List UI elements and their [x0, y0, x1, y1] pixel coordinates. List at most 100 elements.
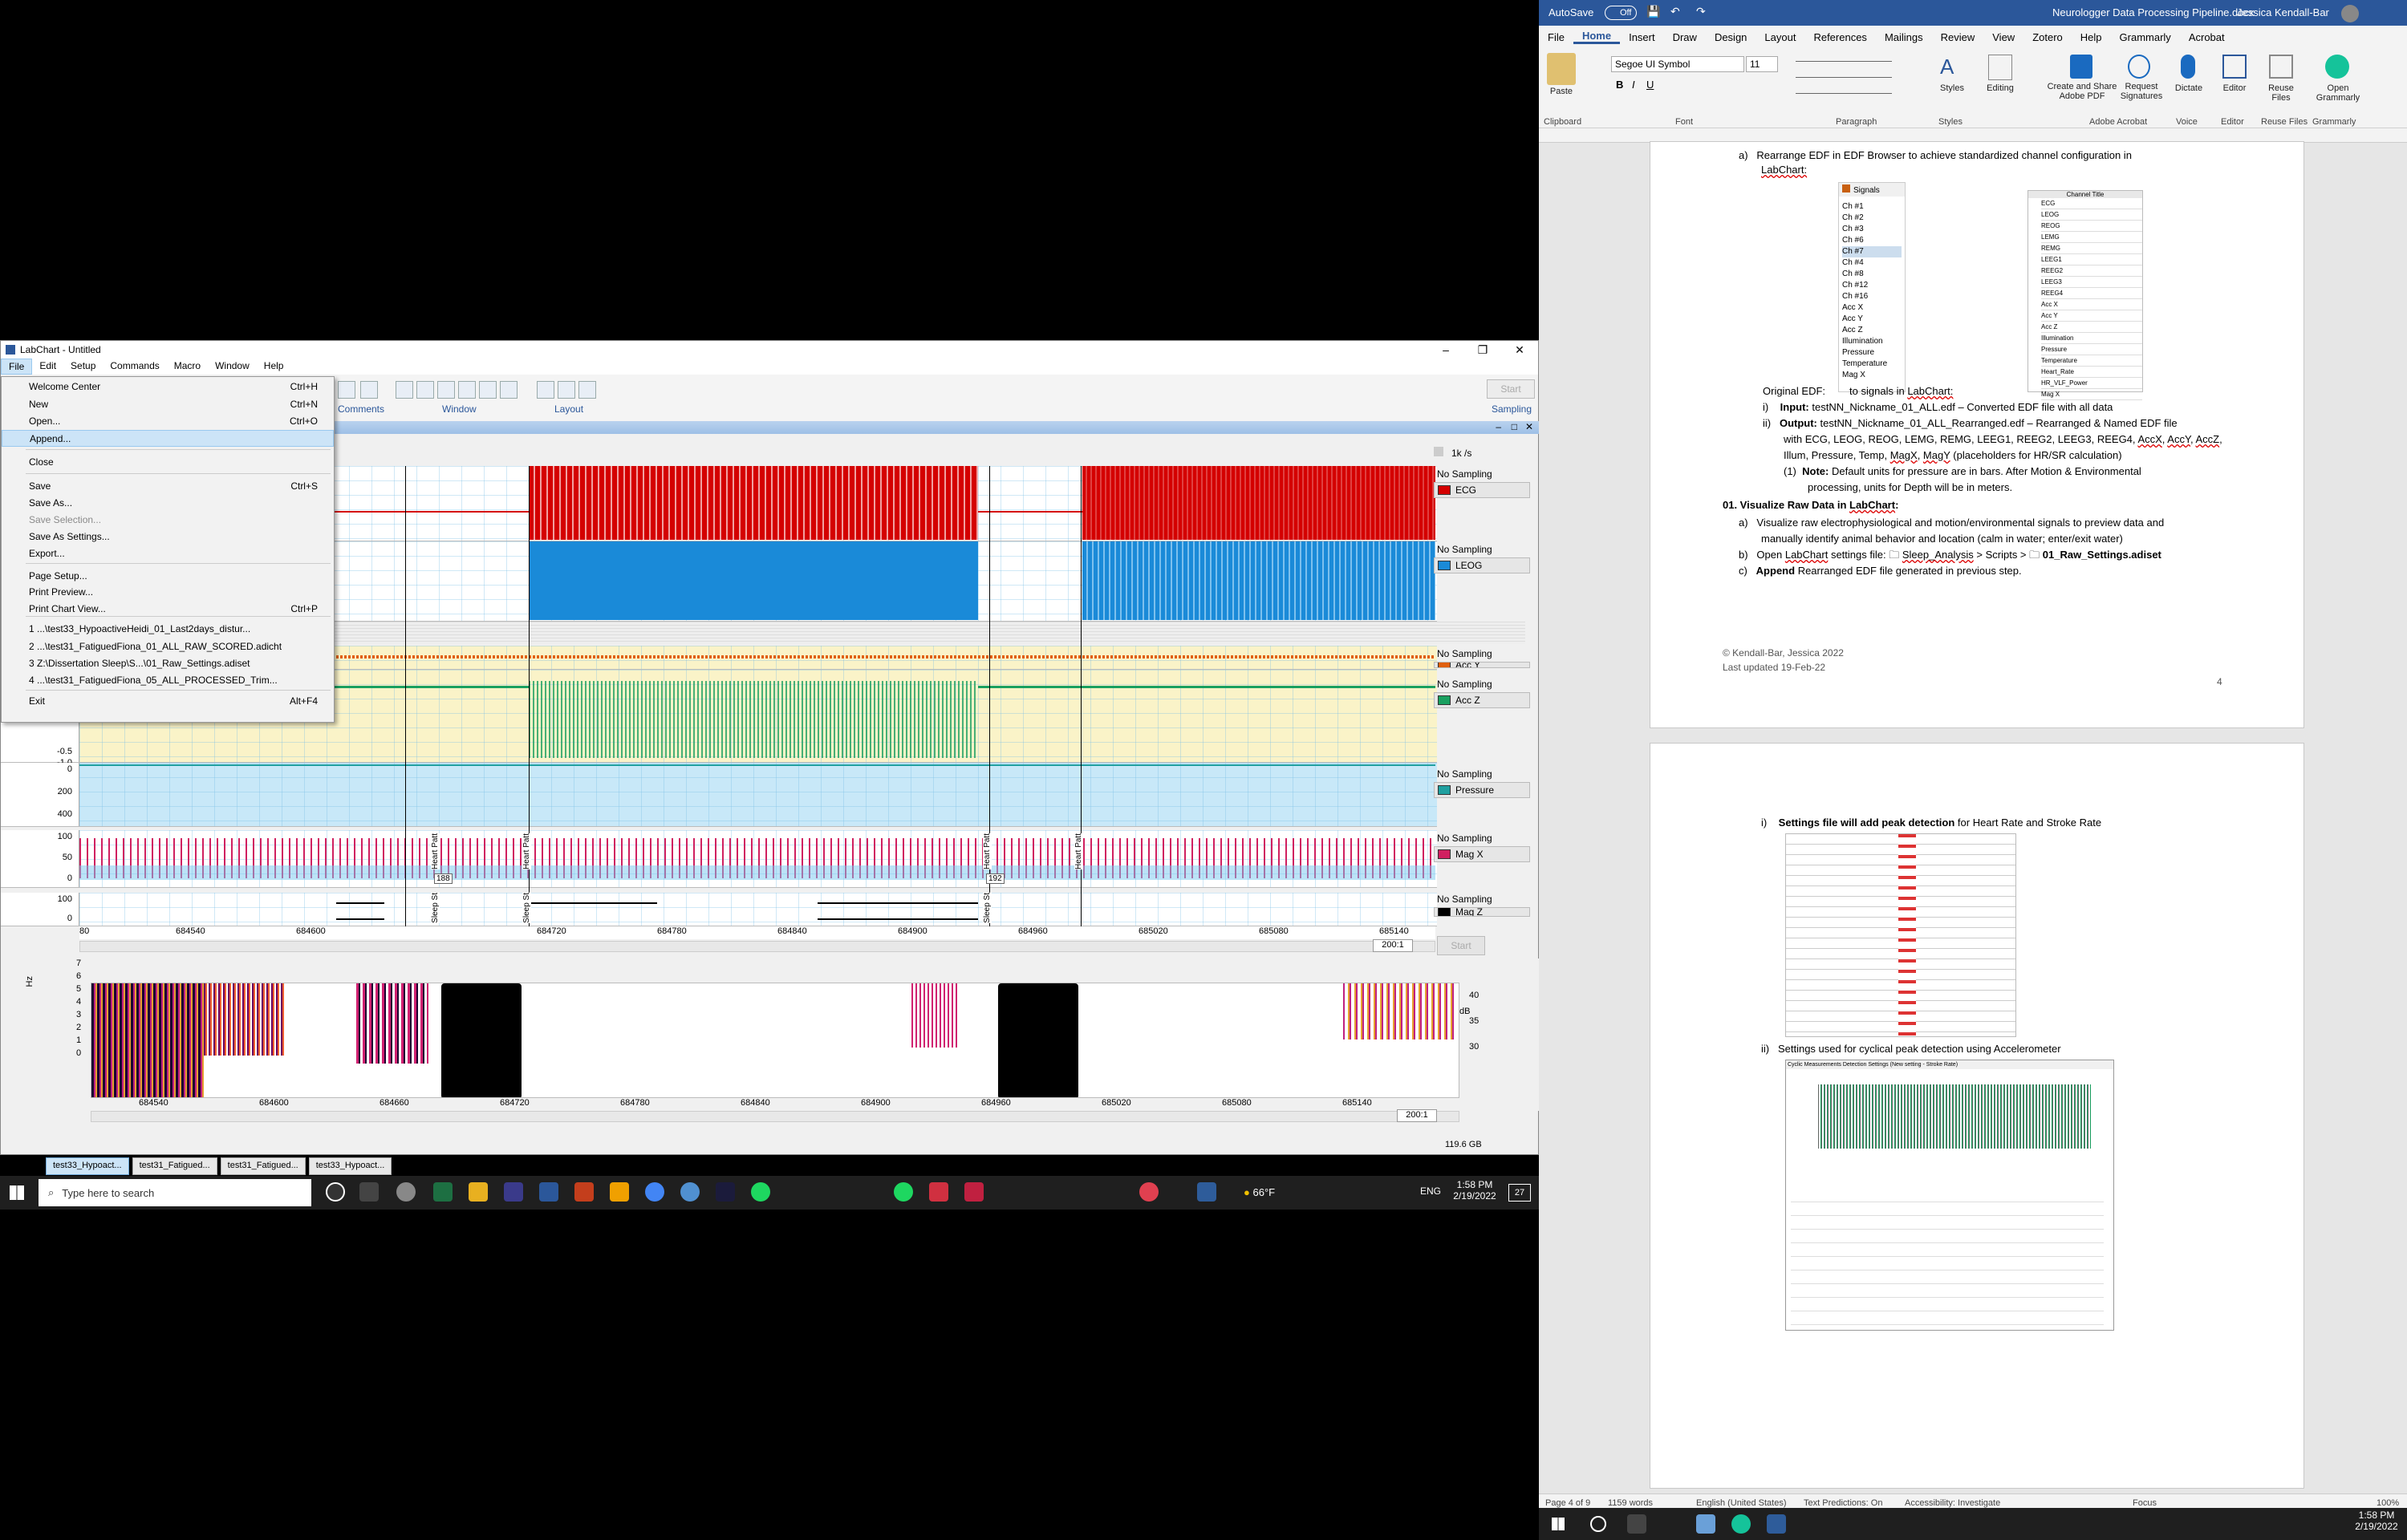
windows-start-icon[interactable]: [1552, 1518, 1565, 1530]
chart-close-icon[interactable]: ✕: [1525, 421, 1533, 432]
close-icon[interactable]: ✕: [1501, 341, 1538, 359]
file-menu-item[interactable]: Print Chart View... Ctrl+P: [2, 601, 334, 618]
lightroom-icon[interactable]: [716, 1182, 735, 1202]
search-icon[interactable]: [1590, 1516, 1606, 1532]
notification-icon[interactable]: 27: [1508, 1184, 1531, 1202]
chart-minimize-icon[interactable]: –: [1496, 421, 1501, 432]
data-pad-icon[interactable]: [479, 381, 497, 399]
paste-icon[interactable]: [1547, 53, 1576, 85]
adobe-pdf-icon[interactable]: [2070, 55, 2092, 79]
task-view-icon[interactable]: [1627, 1514, 1646, 1534]
magz-plot[interactable]: [79, 893, 1437, 926]
file-menu-item[interactable]: Save Ctrl+S: [2, 478, 334, 495]
file-menu-item[interactable]: Append...: [2, 430, 334, 447]
app-icon[interactable]: [610, 1182, 629, 1202]
xy-view-icon[interactable]: [458, 381, 476, 399]
menu-window[interactable]: Window: [208, 359, 257, 375]
italic-button[interactable]: I: [1632, 79, 1635, 91]
spotify-icon[interactable]: [894, 1182, 913, 1202]
dictate-button[interactable]: Dictate: [2171, 83, 2206, 93]
editing-button[interactable]: Editing: [1979, 83, 2022, 93]
reuse-files-button[interactable]: Reuse Files: [2261, 83, 2301, 103]
file-menu-item[interactable]: Save As...: [2, 495, 334, 512]
file-menu-item[interactable]: 1 ...\test33_HypoactiveHeidi_01_Last2day…: [2, 621, 334, 638]
microphone-icon[interactable]: [2181, 55, 2195, 79]
paste-button[interactable]: Paste: [1544, 87, 1579, 96]
layout-add-icon[interactable]: [578, 381, 596, 399]
file-menu-item[interactable]: Export...: [2, 545, 334, 562]
editor-button[interactable]: Editor: [2214, 83, 2255, 93]
notebook-icon[interactable]: [500, 381, 518, 399]
comment-icon[interactable]: [338, 381, 355, 399]
comment-add-icon[interactable]: [360, 381, 378, 399]
labchart-taskbar-icon[interactable]: [1197, 1182, 1216, 1202]
file-menu-item[interactable]: 2 ...\test31_FatiguedFiona_01_ALL_RAW_SC…: [2, 638, 334, 655]
tab-acrobat[interactable]: Acrobat: [2180, 31, 2234, 43]
file-menu-item[interactable]: Exit Alt+F4: [2, 693, 334, 710]
language-indicator[interactable]: ENG: [1420, 1185, 1441, 1197]
chart-start-button[interactable]: Start: [1437, 936, 1485, 955]
save-icon[interactable]: 💾: [1646, 5, 1660, 18]
zoom-level[interactable]: 100%: [2377, 1498, 2399, 1508]
bold-button[interactable]: B: [1616, 79, 1623, 91]
reuse-files-icon[interactable]: [2269, 55, 2293, 79]
styles-button[interactable]: Styles: [1932, 83, 1972, 93]
app-icon[interactable]: [1696, 1514, 1715, 1534]
file-menu-item[interactable]: Close: [2, 454, 334, 471]
layout-grid-icon[interactable]: [537, 381, 554, 399]
redo-icon[interactable]: ↷: [1696, 5, 1706, 18]
user-name[interactable]: Jessica Kendall-Bar: [2237, 6, 2329, 18]
spec-scrollbar[interactable]: [91, 1111, 1459, 1122]
grammarly-icon[interactable]: [1731, 1514, 1751, 1534]
tab-home[interactable]: Home: [1573, 30, 1621, 44]
labchart-taskbar-icon[interactable]: [1767, 1514, 1786, 1534]
file-menu-item[interactable]: Page Setup...: [2, 568, 334, 585]
status-language[interactable]: English (United States): [1696, 1498, 1787, 1508]
file-menu-item[interactable]: 3 Z:\Dissertation Sleep\S...\01_Raw_Sett…: [2, 655, 334, 672]
grammarly-icon[interactable]: [2325, 55, 2349, 79]
excel-icon[interactable]: [433, 1182, 453, 1202]
powerpoint-icon[interactable]: [574, 1182, 594, 1202]
app-icon[interactable]: [964, 1182, 984, 1202]
tab-mailings[interactable]: Mailings: [1876, 31, 1932, 43]
minimize-icon[interactable]: –: [1427, 341, 1464, 359]
chart-scrollbar[interactable]: [79, 941, 1435, 952]
spec-zoom-field[interactable]: 200:1: [1397, 1109, 1437, 1122]
zoom-field[interactable]: 200:1: [1373, 939, 1413, 952]
doc-tab[interactable]: test31_Fatigued...: [132, 1157, 217, 1175]
menu-help[interactable]: Help: [257, 359, 291, 375]
comment-marker[interactable]: 188: [434, 873, 453, 884]
tab-help[interactable]: Help: [2072, 31, 2111, 43]
styles-icon[interactable]: A: [1940, 55, 1964, 80]
scope-view-icon[interactable]: [416, 381, 434, 399]
tab-zotero[interactable]: Zotero: [2023, 31, 2072, 43]
tab-view[interactable]: View: [1983, 31, 2023, 43]
pressure-plot[interactable]: [79, 763, 1437, 826]
spectrogram-plot[interactable]: [91, 983, 1459, 1098]
menu-commands[interactable]: Commands: [103, 359, 166, 375]
doc-tab[interactable]: test31_Fatigued...: [220, 1157, 306, 1175]
chart-view-icon[interactable]: [396, 381, 413, 399]
focus-button[interactable]: Focus: [2133, 1498, 2157, 1508]
tab-layout[interactable]: Layout: [1756, 31, 1804, 43]
tab-insert[interactable]: Insert: [1620, 31, 1664, 43]
layout-split-icon[interactable]: [558, 381, 575, 399]
spotify-icon[interactable]: [751, 1182, 770, 1202]
menu-macro[interactable]: Macro: [167, 359, 208, 375]
open-grammarly-button[interactable]: Open Grammarly: [2312, 83, 2364, 103]
magx-plot[interactable]: [79, 830, 1437, 887]
taskbar-clock[interactable]: 1:58 PM 2/19/2022: [1451, 1179, 1499, 1202]
settings-app-icon[interactable]: [396, 1182, 416, 1202]
sample-rate[interactable]: 1k /s: [1434, 447, 1538, 459]
chrome-icon[interactable]: [645, 1182, 664, 1202]
file-menu-item[interactable]: Welcome Center Ctrl+H: [2, 379, 334, 395]
font-name-field[interactable]: Segoe UI Symbol: [1611, 56, 1744, 72]
file-menu-item[interactable]: 4 ...\test31_FatiguedFiona_05_ALL_PROCES…: [2, 672, 334, 689]
tab-references[interactable]: References: [1804, 31, 1875, 43]
tab-review[interactable]: Review: [1932, 31, 1984, 43]
editing-icon[interactable]: [1988, 55, 2012, 80]
undo-icon[interactable]: ↶: [1670, 5, 1680, 18]
cortana-icon[interactable]: [326, 1182, 345, 1202]
status-words[interactable]: 1159 words: [1608, 1498, 1653, 1508]
menu-edit[interactable]: Edit: [32, 359, 63, 375]
